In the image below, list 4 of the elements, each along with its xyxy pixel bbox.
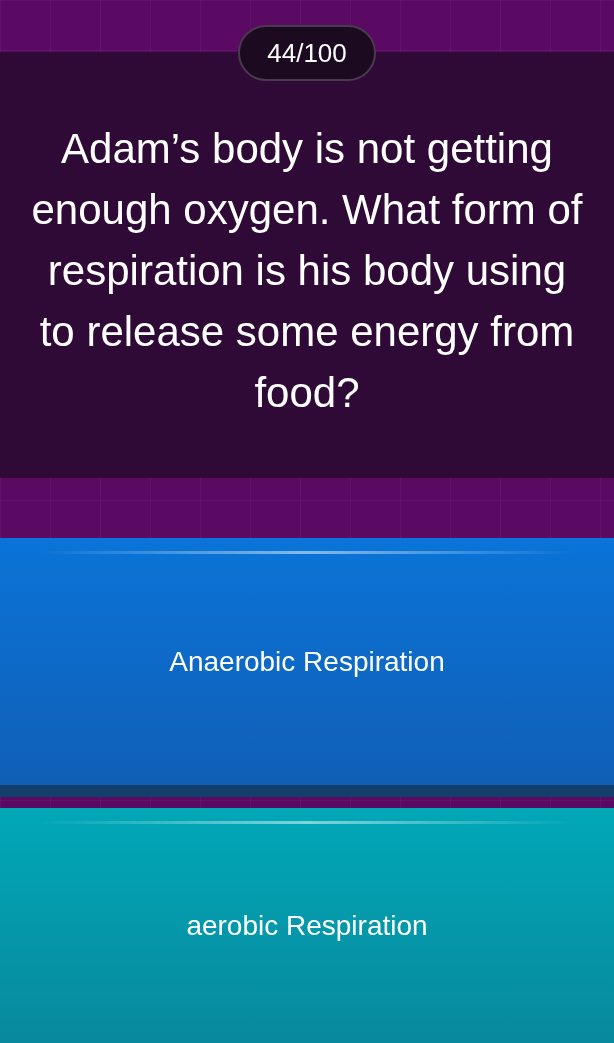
answer-option[interactable]: Anaerobic Respiration [0,538,614,797]
answer-option[interactable]: aerobic Respiration [0,808,614,1043]
question-counter: 44/100 [238,25,376,81]
question-text: Adam’s body is not getting enough oxygen. What form of respiration is his body using to release some energy from food? [30,123,584,418]
